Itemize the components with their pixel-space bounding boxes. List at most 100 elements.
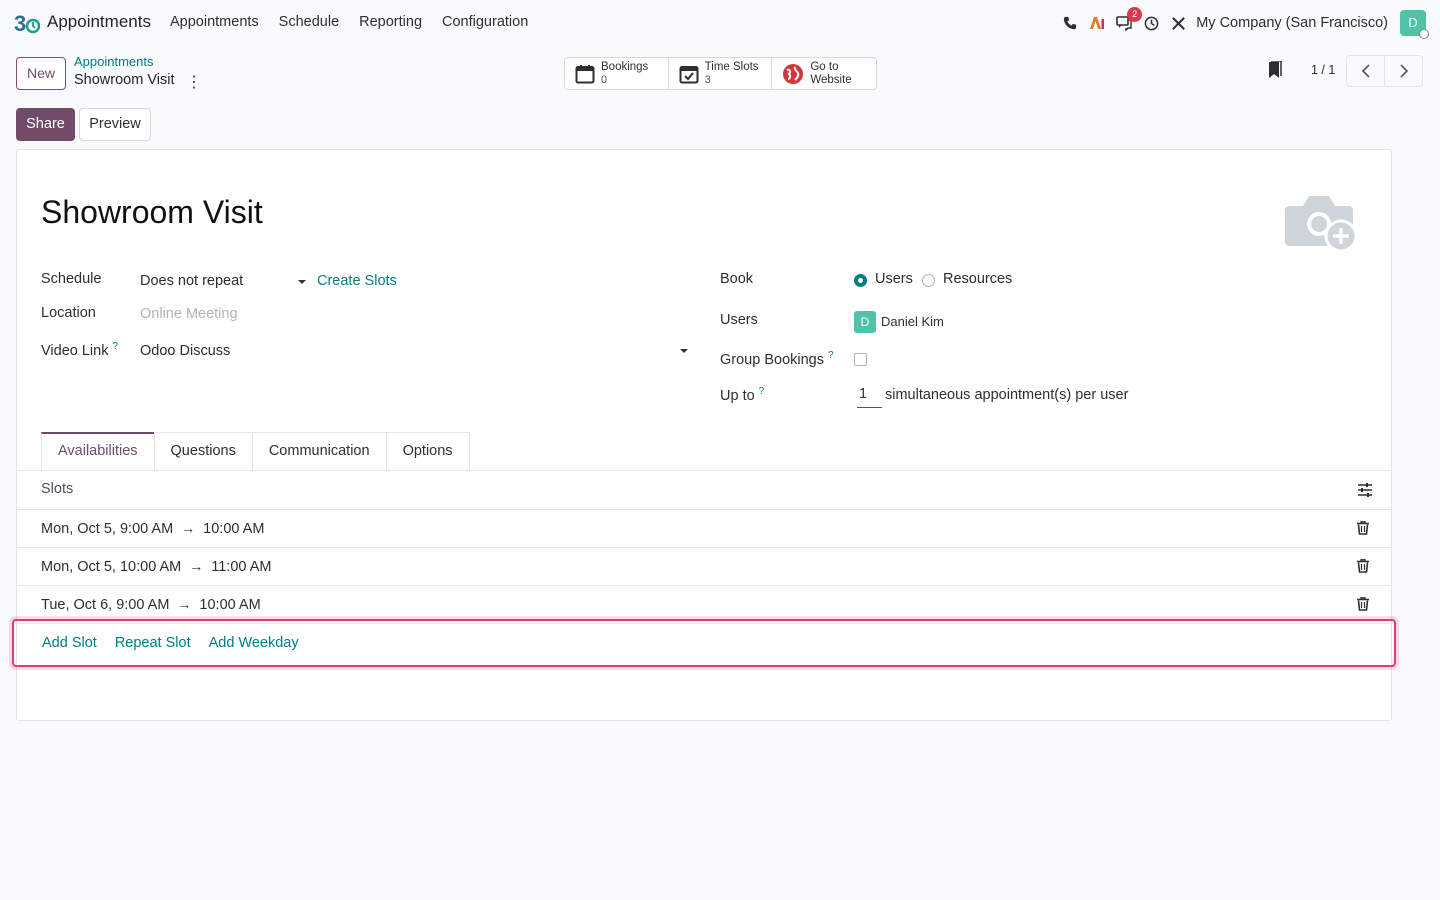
ai-icon[interactable] [1088,14,1106,32]
arrow-right-icon: → [181,520,196,536]
notebook-tabs: Availabilities Questions Communication O… [41,432,470,471]
preview-button[interactable]: Preview [79,108,151,141]
schedule-label: Schedule [41,271,102,287]
trash-icon[interactable] [1357,559,1369,573]
app-name[interactable]: Appointments [47,12,151,32]
time-slots-count: 3 [704,73,711,86]
breadcrumb-parent[interactable]: Appointments [74,54,154,69]
tab-questions[interactable]: Questions [153,432,253,471]
chevron-left-icon [1361,64,1370,78]
video-link-dropdown-icon[interactable] [680,349,688,353]
arrow-right-icon: → [189,558,204,574]
phone-icon[interactable] [1061,14,1079,32]
tools-icon[interactable] [1169,14,1187,32]
record-title[interactable]: Showroom Visit [41,194,263,231]
menu-appointments[interactable]: Appointments [170,14,259,30]
user-avatar[interactable]: D [1400,10,1429,39]
trash-icon[interactable] [1357,521,1369,535]
go-to-website-smart-button[interactable]: Go to Website [772,58,876,89]
slot-range: Mon, Oct 5, 10:00 AM → 11:00 AM [41,558,271,575]
status-dot [1419,29,1429,39]
user-tag-avatar: D [854,311,876,333]
create-slots-button[interactable]: Create Slots [317,273,397,289]
repeat-slot-link[interactable]: Repeat Slot [115,635,191,651]
calendar-icon [575,64,595,83]
chevron-right-icon [1399,64,1408,78]
top-navbar: 3 Appointments Appointments Schedule Rep… [0,0,1440,46]
slots-column-header[interactable]: Slots [41,481,73,497]
tab-availabilities[interactable]: Availabilities [41,432,155,471]
up-to-input[interactable]: 1 [857,386,882,408]
schedule-select[interactable]: Does not repeat [140,273,243,289]
time-slots-label: Time Slots [704,60,759,73]
slot-end: 10:00 AM [203,521,265,537]
clock-icon[interactable] [1142,14,1160,32]
go-to-label: Go to [810,60,839,73]
slots-table-header: Slots [17,471,1391,510]
slot-end: 11:00 AM [211,559,272,575]
bookmark-icon[interactable] [1267,61,1283,79]
slot-start: Mon, Oct 5, 10:00 AM [41,559,182,575]
breadcrumb-current: Showroom Visit [74,72,175,88]
bookings-smart-button[interactable]: Bookings 0 [565,58,669,89]
camera-add-icon[interactable] [1285,188,1361,254]
smart-buttons: Bookings 0 Time Slots 3 Go to Website [564,57,877,90]
new-button[interactable]: New [16,57,66,90]
time-slots-smart-button[interactable]: Time Slots 3 [669,58,773,89]
pager-value[interactable]: 1 / 1 [1311,63,1335,77]
group-bookings-label: Group Bookings? [720,350,834,368]
book-label: Book [720,271,754,287]
group-bookings-help-icon[interactable]: ? [828,350,834,361]
book-resources-label[interactable]: Resources [943,271,1012,287]
add-line-actions: Add Slot Repeat Slot Add Weekday [42,635,317,651]
calendar-check-icon [679,65,699,83]
svg-text:3: 3 [14,11,26,35]
up-to-help-icon[interactable]: ? [759,386,765,397]
book-resources-radio[interactable] [922,274,935,287]
actions-menu-icon[interactable]: ⋮ [186,72,202,92]
video-link-label-text: Video Link [41,342,109,359]
slot-row[interactable]: Mon, Oct 5, 10:00 AM → 11:00 AM [17,548,1391,586]
book-users-label[interactable]: Users [875,271,913,287]
pager-next-button[interactable] [1384,55,1423,87]
video-link-label: Video Link? [41,341,118,359]
location-label: Location [41,305,96,321]
video-link-help-icon[interactable]: ? [112,341,118,352]
location-input[interactable]: Online Meeting [140,306,238,322]
company-switcher[interactable]: My Company (San Francisco) [1196,15,1388,31]
group-bookings-label-text: Group Bookings [720,351,824,368]
menu-configuration[interactable]: Configuration [442,14,528,30]
slot-start: Tue, Oct 6, 9:00 AM [41,597,170,613]
slot-start: Mon, Oct 5, 9:00 AM [41,521,174,537]
pager-previous-button[interactable] [1346,55,1385,87]
main-menu: Appointments Schedule Reporting Configur… [170,14,548,30]
tab-options[interactable]: Options [385,432,470,471]
user-tag-name[interactable]: Daniel Kim [881,314,944,329]
slot-row[interactable]: Mon, Oct 5, 9:00 AM → 10:00 AM [17,510,1391,548]
add-weekday-link[interactable]: Add Weekday [209,635,299,651]
user-avatar-initial: D [1408,15,1418,30]
group-bookings-checkbox[interactable] [854,353,867,366]
menu-reporting[interactable]: Reporting [359,14,422,30]
appointments-app-icon[interactable]: 3 [14,11,40,35]
systray: 2 My Company (San Francisco) D [1052,7,1429,39]
menu-schedule[interactable]: Schedule [279,14,339,30]
users-label: Users [720,312,758,328]
bookings-label: Bookings [601,60,649,73]
slot-range: Tue, Oct 6, 9:00 AM → 10:00 AM [41,596,261,613]
bookings-count: 0 [601,73,608,86]
video-link-select[interactable]: Odoo Discuss [140,343,230,359]
share-button[interactable]: Share [16,108,75,141]
up-to-suffix: simultaneous appointment(s) per user [885,387,1129,403]
messages-icon[interactable]: 2 [1115,7,1143,32]
tab-communication[interactable]: Communication [251,432,387,471]
slot-range: Mon, Oct 5, 9:00 AM → 10:00 AM [41,520,264,537]
arrow-right-icon: → [177,596,192,612]
optional-columns-icon[interactable] [1357,483,1373,497]
trash-icon[interactable] [1357,597,1369,611]
schedule-dropdown-icon[interactable] [298,280,306,284]
up-to-label-text: Up to [720,387,755,404]
book-users-radio[interactable] [854,274,867,287]
add-slot-link[interactable]: Add Slot [42,635,97,651]
up-to-label: Up to? [720,386,764,404]
